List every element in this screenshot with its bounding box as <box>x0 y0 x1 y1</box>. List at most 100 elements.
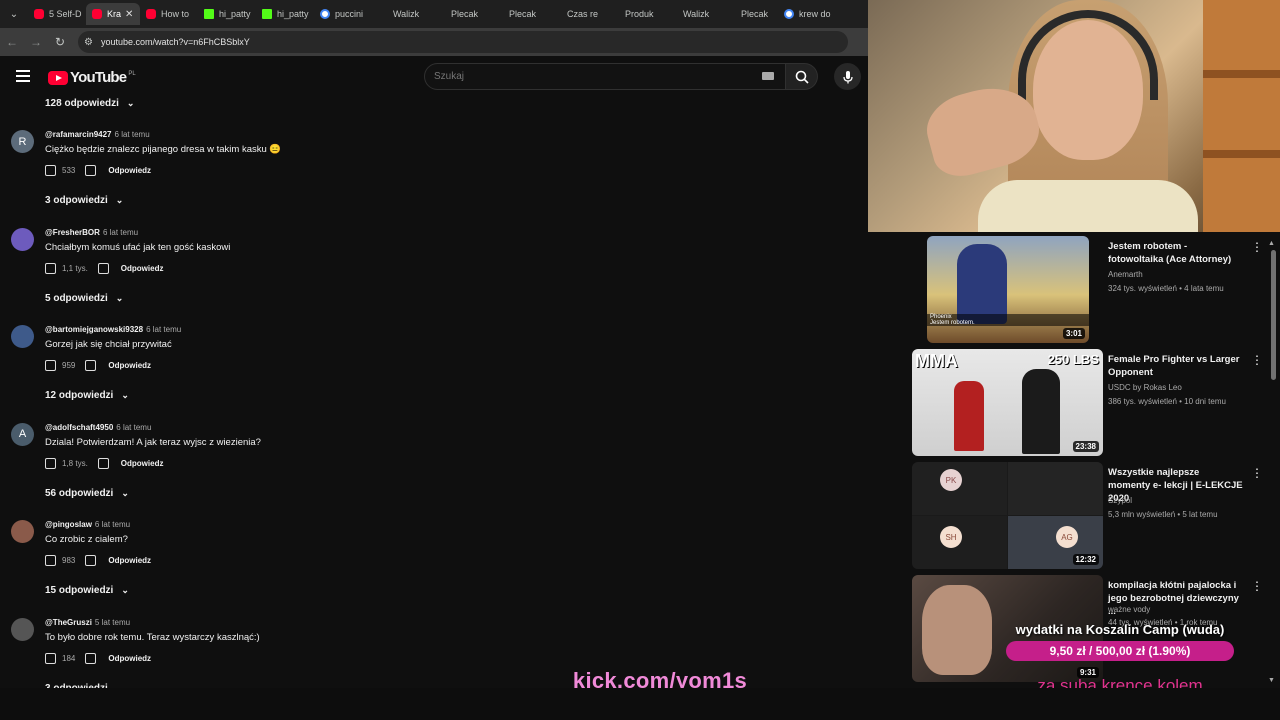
scroll-down-icon[interactable]: ▼ <box>1268 677 1275 684</box>
scrollbar-thumb[interactable] <box>1271 250 1276 380</box>
browser-tab[interactable]: Plecak <box>430 3 488 25</box>
browser-tab[interactable]: Walizk <box>662 3 720 25</box>
more-vert-icon[interactable]: ⋮ <box>1251 240 1263 254</box>
related-video-1[interactable]: Phoenix Jestem robotem. 3:01 Jestem robo… <box>912 236 1268 344</box>
video-thumbnail[interactable]: PK DK SH AG 12:32 <box>912 462 1103 569</box>
browser-tab[interactable]: Kra ✕ <box>86 3 140 25</box>
tab-search-chevron-icon[interactable]: ⌄ <box>0 0 28 28</box>
thumbs-down-icon[interactable] <box>97 457 109 469</box>
browser-tab[interactable]: krew do <box>778 3 836 25</box>
browser-tab[interactable]: Plecak <box>488 3 546 25</box>
google-favicon-icon <box>784 9 794 19</box>
thumbs-down-icon[interactable] <box>97 262 109 274</box>
video-title[interactable]: Female Pro Fighter vs Larger Opponent <box>1108 353 1243 379</box>
comment-author[interactable]: @bartomiejganowski9328 <box>45 325 143 334</box>
sidebar-scrollbar[interactable]: ▲ ▼ <box>1268 240 1278 688</box>
replies-toggle[interactable]: 3 odpowiedzi ⌄ <box>45 195 123 206</box>
video-meta: 324 tys. wyświetleń • 4 lata temu <box>1108 284 1224 293</box>
browser-tab[interactable]: puccini <box>314 3 372 25</box>
thumb-fighter-black <box>1022 369 1060 454</box>
reload-icon[interactable]: ↻ <box>48 35 72 49</box>
avatar[interactable] <box>11 617 34 641</box>
video-thumbnail[interactable]: MMA 250 LBS 23:38 <box>912 349 1103 456</box>
youtube-logo[interactable]: YouTube PL <box>48 69 136 86</box>
thumbs-up-icon[interactable] <box>45 457 56 469</box>
search-input[interactable] <box>425 64 745 89</box>
video-channel[interactable]: Anemarth <box>1108 270 1143 279</box>
avatar[interactable]: R <box>11 130 34 153</box>
replies-toggle[interactable]: 5 odpowiedzi ⌄ <box>45 293 123 304</box>
reply-button[interactable]: Odpowiedz <box>108 556 151 565</box>
site-info-icon[interactable]: ⚙ <box>84 37 93 48</box>
replies-toggle[interactable]: 56 odpowiedzi ⌄ <box>45 488 129 499</box>
avatar[interactable] <box>11 325 34 348</box>
more-vert-icon[interactable]: ⋮ <box>1251 466 1263 480</box>
comment-time[interactable]: 6 lat temu <box>115 130 150 139</box>
thumbs-down-icon[interactable] <box>85 165 97 176</box>
reply-button[interactable]: Odpowiedz <box>108 361 151 370</box>
browser-tab[interactable]: Plecak <box>720 3 778 25</box>
keyboard-icon[interactable] <box>762 72 774 80</box>
comment-header: @pingoslaw 6 lat temu <box>45 520 130 529</box>
comment-author[interactable]: @rafamarcin9427 <box>45 130 112 139</box>
replies-toggle[interactable]: 12 odpowiedzi ⌄ <box>45 390 129 401</box>
video-thumbnail[interactable]: Phoenix Jestem robotem. 3:01 <box>927 236 1089 343</box>
back-arrow-icon[interactable]: ← <box>0 35 24 49</box>
comment-time[interactable]: 6 lat temu <box>103 228 138 237</box>
browser-tab[interactable]: Walizk <box>372 3 430 25</box>
page-favicon-icon <box>494 9 504 19</box>
avatar-tile-pk: PK <box>940 469 962 491</box>
tab-label: hi_patty <box>219 9 251 19</box>
comment-time[interactable]: 6 lat temu <box>146 325 181 334</box>
video-channel[interactable]: Szypol <box>1108 496 1132 505</box>
reply-button[interactable]: Odpowiedz <box>121 459 164 468</box>
more-vert-icon[interactable]: ⋮ <box>1251 353 1263 367</box>
scroll-up-icon[interactable]: ▲ <box>1268 240 1275 247</box>
replies-toggle[interactable]: 15 odpowiedzi ⌄ <box>45 585 129 596</box>
comment-text: Dziala! Potwierdzam! A jak teraz wyjsc z… <box>45 436 261 448</box>
menu-hamburger-icon[interactable] <box>16 70 30 82</box>
thumbs-up-icon[interactable] <box>45 652 56 664</box>
video-title[interactable]: Jestem robotem - fotowoltaika (Ace Attor… <box>1108 240 1243 266</box>
browser-tab[interactable]: Produk <box>604 3 662 25</box>
comment-time[interactable]: 5 lat temu <box>95 618 130 627</box>
related-video-2[interactable]: MMA 250 LBS 23:38 Female Pro Fighter vs … <box>912 349 1268 457</box>
video-channel[interactable]: USDC by Rokas Leo <box>1108 383 1182 392</box>
comment-author[interactable]: @FresherBOR <box>45 228 100 237</box>
comment-time[interactable]: 6 lat temu <box>95 520 130 529</box>
more-vert-icon[interactable]: ⋮ <box>1251 579 1263 593</box>
like-count: 533 <box>62 166 76 175</box>
browser-tab[interactable]: hi_patty <box>256 3 314 25</box>
avatar[interactable] <box>11 520 34 543</box>
thumbs-up-icon[interactable] <box>45 165 56 176</box>
comment-author[interactable]: @adolfschaft4950 <box>45 423 113 432</box>
search-button[interactable] <box>786 63 818 90</box>
comment-author[interactable]: @TheGruszi <box>45 618 92 627</box>
avatar[interactable] <box>11 227 34 251</box>
close-tab-icon[interactable]: ✕ <box>125 9 133 20</box>
related-video-3[interactable]: PK DK SH AG 12:32 Wszystkie najlepsze mo… <box>912 462 1268 570</box>
browser-tab[interactable]: 5 Self-D <box>28 3 86 25</box>
thumb-weight-label: 250 LBS <box>1047 352 1099 367</box>
replies-toggle[interactable]: 128 odpowiedzi ⌄ <box>45 98 134 109</box>
thumbs-up-icon[interactable] <box>45 360 56 371</box>
forward-arrow-icon[interactable]: → <box>24 35 48 49</box>
thumbs-down-icon[interactable] <box>85 360 97 371</box>
comment-author[interactable]: @pingoslaw <box>45 520 92 529</box>
reply-button[interactable]: Odpowiedz <box>121 264 164 273</box>
browser-tab[interactable]: Czas re <box>546 3 604 25</box>
thumbs-down-icon[interactable] <box>85 555 97 566</box>
comment-time[interactable]: 6 lat temu <box>116 423 151 432</box>
browser-tab[interactable]: hi_patty <box>198 3 256 25</box>
browser-tab[interactable]: How to <box>140 3 198 25</box>
thumbs-up-icon[interactable] <box>45 262 56 274</box>
reply-button[interactable]: Odpowiedz <box>108 654 151 663</box>
thumbs-up-icon[interactable] <box>45 555 56 566</box>
tab-label: Walizk <box>683 9 710 19</box>
thumbs-down-icon[interactable] <box>85 652 97 664</box>
avatar[interactable]: A <box>11 422 34 446</box>
voice-search-button[interactable] <box>834 63 861 90</box>
video-channel[interactable]: ważne vody <box>1108 605 1150 614</box>
reply-button[interactable]: Odpowiedz <box>108 166 151 175</box>
address-bar[interactable]: ⚙ youtube.com/watch?v=n6FhCBSblxY <box>78 31 848 53</box>
